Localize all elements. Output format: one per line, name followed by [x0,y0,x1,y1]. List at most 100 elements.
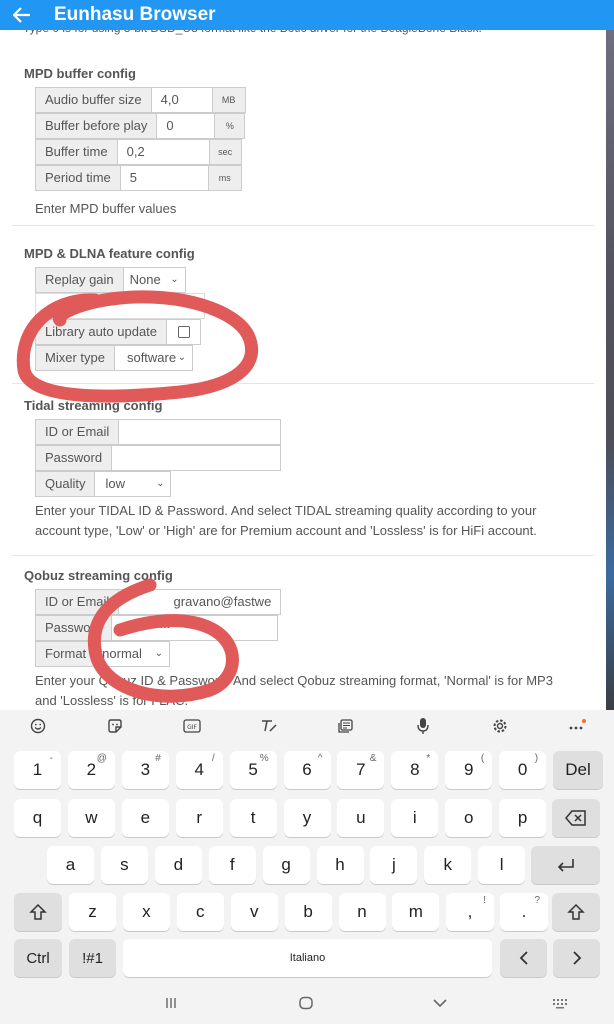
replay-gain-label: Replay gain [35,267,124,293]
shift-key[interactable] [14,893,62,931]
key-q[interactable]: q [14,799,61,837]
key-0[interactable]: ) 0 [499,751,547,789]
key-b[interactable]: b [284,893,332,931]
replay-gain-row: Replay gain None ⌄ [35,267,186,293]
key-label: 5 [248,760,258,779]
hidden-row [35,293,205,319]
key-c[interactable]: c [176,893,224,931]
key-label: , [467,902,473,921]
sticker-icon[interactable] [102,716,128,736]
key-2[interactable]: @2 [67,751,115,789]
buffer-time-label: Buffer time [35,139,118,165]
buffer-before-play-row: Buffer before play 0 % [35,113,246,139]
key-i[interactable]: i [391,799,439,837]
library-auto-update-label: Library auto update [35,319,168,345]
clipboard-icon[interactable] [333,716,359,736]
cursor-right-key[interactable] [553,939,600,977]
recents-icon[interactable] [164,996,178,1015]
key-secondary-label: ! [483,895,486,906]
gif-icon[interactable]: GIF [179,716,205,736]
emoji-icon[interactable] [25,716,51,736]
qobuz-id-input[interactable]: gravano@fastwe [119,589,282,615]
key-y[interactable]: y [283,799,331,837]
period-time-input[interactable]: 5 [120,165,209,191]
arrow-left-icon[interactable] [0,0,44,30]
enter-key[interactable] [531,846,600,884]
mixer-type-select[interactable]: software ⌄ [114,345,193,371]
key-t[interactable]: t [229,799,277,837]
key-secondary-label: / [211,753,215,764]
audio-buffer-row: Audio buffer size 4,0 MB [35,87,246,113]
key-period[interactable]: ?. [500,893,548,931]
chevron-right-icon [572,951,581,965]
key-a[interactable]: a [47,846,94,884]
key-s[interactable]: s [100,846,148,884]
key-u[interactable]: u [337,799,385,837]
key-4[interactable]: /4 [175,751,223,789]
key-label: p [517,808,528,827]
key-k[interactable]: k [424,846,472,884]
tidal-id-row: ID or Email [35,419,282,445]
key-p[interactable]: p [499,799,547,837]
qobuz-password-input[interactable]: •••••••••••••• [112,615,279,641]
key-w[interactable]: w [67,799,115,837]
shift-key-right[interactable] [552,893,600,931]
key-e[interactable]: e [121,799,169,837]
key-7[interactable]: & 7 [337,751,385,789]
microphone-icon[interactable] [410,716,436,736]
key-d[interactable]: d [154,846,202,884]
tidal-quality-row: Quality low ⌄ [35,471,172,497]
home-icon[interactable] [298,996,314,1015]
key-l[interactable]: l [478,846,526,884]
ctrl-key[interactable]: Ctrl [14,939,62,977]
replay-gain-select[interactable]: None ⌄ [123,267,186,293]
key-n[interactable]: n [338,893,386,931]
key-6[interactable]: ^ 6 [283,751,331,789]
chevron-down-icon: ⌄ [156,478,165,489]
key-8[interactable]: * 8 [391,751,439,789]
key-f[interactable]: f [208,846,256,884]
key-secondary-label: # [155,753,161,764]
key-z[interactable]: z [69,893,116,931]
more-icon[interactable] [564,716,590,736]
key-5[interactable]: % 5 [229,751,277,789]
key-comma[interactable]: !, [446,893,494,931]
key-r[interactable]: r [175,799,223,837]
key-v[interactable]: v [230,893,278,931]
key-h[interactable]: h [316,846,364,884]
key-label: m [408,902,423,921]
audio-buffer-label: Audio buffer size [35,87,152,113]
back-icon[interactable] [432,996,448,1015]
qobuz-password-label: Password [35,615,113,641]
key-1[interactable]: -1 [14,751,61,789]
key-secondary-label: * [426,753,431,764]
key-label: 4 [194,760,204,779]
tidal-quality-select[interactable]: low ⌄ [95,471,172,497]
backspace-icon [565,810,586,826]
symbols-key[interactable]: !#1 [69,939,116,977]
audio-buffer-input[interactable]: 4,0 [151,87,213,113]
backspace-key[interactable] [552,799,600,837]
key-label: i [412,808,417,827]
qobuz-id-row: ID or Email gravano@fastwe [35,589,282,615]
qobuz-format-select[interactable]: normal ⌄ [96,641,171,667]
space-key[interactable]: Italiano [123,939,492,977]
key-x[interactable]: x [122,893,170,931]
library-auto-update-checkbox[interactable] [167,319,202,345]
cursor-left-key[interactable] [500,939,547,977]
handwriting-icon[interactable] [256,716,282,736]
key-o[interactable]: o [445,799,493,837]
tidal-id-input[interactable] [119,419,282,445]
keyboard-icon[interactable] [552,996,568,1015]
key-m[interactable]: m [392,893,440,931]
buffer-time-input[interactable]: 0,2 [117,139,210,165]
settings-icon[interactable] [487,716,513,736]
qobuz-password-row: Password •••••••••••••• [35,615,279,641]
key-3[interactable]: #3 [121,751,169,789]
key-9[interactable]: (9 [445,751,493,789]
key-g[interactable]: g [262,846,310,884]
buffer-before-play-input[interactable]: 0 [157,113,216,139]
delete-key[interactable]: Del [553,751,603,789]
tidal-password-input[interactable] [112,445,282,471]
key-j[interactable]: j [370,846,418,884]
